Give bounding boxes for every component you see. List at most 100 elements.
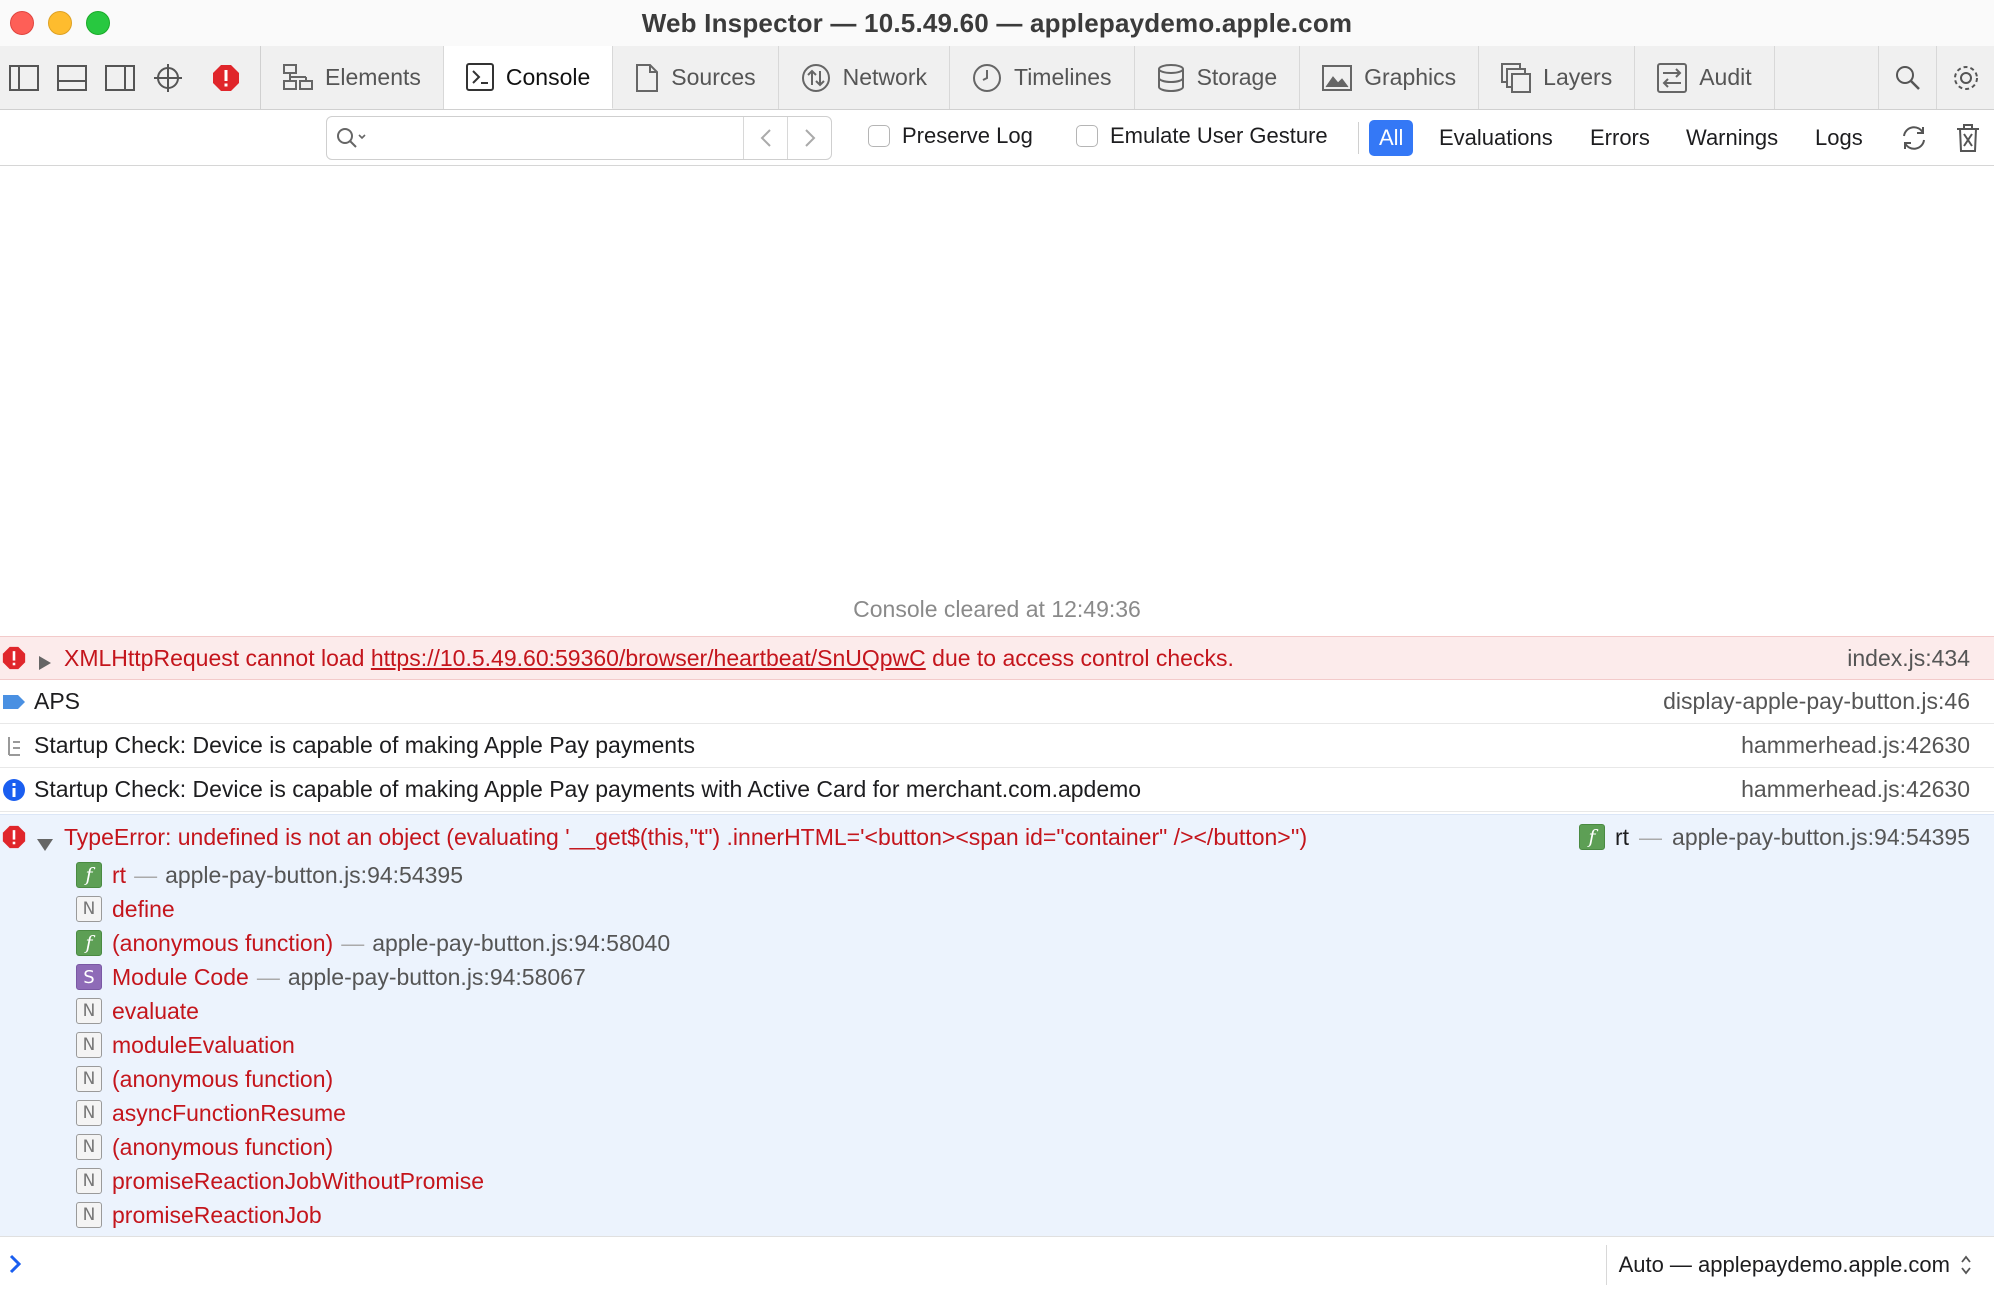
function-badge-icon: f [76,862,102,888]
native-badge-icon: N [76,998,102,1024]
inspect-element-icon[interactable] [144,46,192,109]
preserve-log-box[interactable] [868,125,890,147]
tab-network[interactable]: Network [779,46,950,109]
filter-errors-button[interactable]: Errors [1580,120,1660,156]
reload-icon[interactable] [1896,120,1932,156]
search-icon[interactable] [1878,46,1936,109]
console-message-info[interactable]: Startup Check: Device is capable of maki… [0,768,1994,812]
stack-frame-function: asyncFunctionResume [112,1100,346,1127]
error-icon [2,646,26,670]
dock-right-icon[interactable] [96,46,144,109]
stack-frame-location-link[interactable]: apple-pay-button.js:94:58067 [288,964,586,990]
stack-frame-function: (anonymous function) [112,1066,333,1093]
stack-frame[interactable]: NasyncFunctionResume [0,1097,1994,1129]
stack-frame-location-link[interactable]: apple-pay-button.js:94:54395 [165,862,463,888]
stack-frame-function: (anonymous function) [112,1134,333,1161]
console-filter-bar: Preserve Log Emulate User Gesture All Ev… [0,110,1994,166]
native-badge-icon: N [76,1032,102,1058]
clear-console-trash-icon[interactable] [1950,120,1986,156]
tab-elements[interactable]: Elements [261,46,444,109]
error-indicator-icon[interactable] [192,46,260,109]
emulate-user-gesture-box[interactable] [1076,125,1098,147]
console-message-text: APS [34,688,81,714]
tab-timelines[interactable]: Timelines [950,46,1135,109]
search-filter-icon[interactable] [327,117,377,159]
search-input[interactable] [377,118,743,158]
log-indent-icon [2,734,26,758]
dock-left-icon[interactable] [0,46,48,109]
stack-frame-function-name: asyncFunctionResume [112,1099,346,1126]
execution-context-selector[interactable]: Auto — applepaydemo.apple.com [1605,1245,1972,1285]
prompt-chevron-icon [8,1253,22,1280]
console-message-log[interactable]: Startup Check: Device is capable of maki… [0,724,1994,768]
stack-frame-function-name: Module Code [112,963,249,990]
console-message-text: Startup Check: Device is capable of maki… [34,732,695,758]
message-url-link[interactable]: https://10.5.49.60:59360/browser/heartbe… [371,645,926,671]
console-message-source-link[interactable]: hammerhead.js:42630 [1741,732,1970,759]
stack-frame[interactable]: NpromiseReactionJob [0,1199,1994,1231]
stack-frame-location-link[interactable]: apple-pay-button.js:94:58040 [372,930,670,956]
stack-frame[interactable]: f rt — apple-pay-button.js:94:54395 [0,859,1994,891]
up-down-chevron-icon [1961,1255,1971,1275]
filter-all-button[interactable]: All [1369,120,1414,156]
script-badge-icon: S [76,964,102,990]
previous-match-button[interactable] [743,117,787,159]
preserve-log-checkbox[interactable]: Preserve Log [868,123,1033,149]
error-header-row[interactable]: TypeError: undefined is not an object (e… [0,819,1994,855]
minimize-window-button[interactable] [48,11,72,35]
tab-storage-label: Storage [1196,64,1278,90]
window-controls [10,11,110,35]
tab-graphics-label: Graphics [1364,64,1457,90]
disclosure-triangle-expanded-icon[interactable] [36,831,54,858]
error-message-text: TypeError: undefined is not an object (e… [64,823,1308,850]
tab-layers[interactable]: Layers [1479,46,1636,109]
stack-frame[interactable]: NpromiseReactionJobWithoutPromise [0,1165,1994,1197]
tab-storage[interactable]: Storage [1135,46,1301,109]
filter-logs-button[interactable]: Logs [1805,120,1873,156]
console-cleared-message: Console cleared at 12:49:36 [853,596,1141,622]
stack-frame[interactable]: S Module Code — apple-pay-button.js:94:5806… [0,961,1994,993]
console-message-source-link[interactable]: index.js:434 [1847,645,1970,672]
disclosure-triangle-collapsed-icon[interactable] [38,650,52,677]
tab-audit[interactable]: Audit [1635,46,1775,109]
console-search [326,116,832,160]
stack-frame[interactable]: Nevaluate [0,995,1994,1027]
tab-sources-label: Sources [671,64,756,90]
stack-frame-function-name: promiseReactionJobWithoutPromise [112,1167,484,1194]
image-icon [1322,64,1353,91]
dock-bottom-icon[interactable] [48,46,96,109]
error-source[interactable]: f rt — apple-pay-button.js:94:54395 [1578,824,1970,851]
chevron-left-icon [760,129,771,147]
stack-frame-function-name: moduleEvaluation [112,1031,295,1058]
tab-sources[interactable]: Sources [613,46,779,109]
stack-frame-function: Module Code — apple-pay-button.js:94:58067 [112,964,586,991]
stack-frame[interactable]: N (anonymous function) [0,1063,1994,1095]
stack-frame[interactable]: f (anonymous function) — apple-pay-button.j… [0,927,1994,959]
separator-dash: — [256,963,280,990]
console-message-source-link[interactable]: display-apple-pay-button.js:46 [1663,688,1970,715]
tab-console[interactable]: Console [443,46,614,109]
console-prompt[interactable]: Auto — applepaydemo.apple.com [0,1236,1994,1294]
gear-icon[interactable] [1936,46,1994,109]
maximize-window-button[interactable] [86,11,110,35]
next-match-button[interactable] [787,117,831,159]
audit-icon [1657,62,1688,93]
console-message-error-expanded[interactable]: TypeError: undefined is not an object (e… [0,814,1994,1236]
filter-warnings-button[interactable]: Warnings [1676,120,1788,156]
tab-layers-label: Layers [1543,64,1613,90]
native-badge-icon: N [76,1100,102,1126]
stack-frame[interactable]: NmoduleEvaluation [0,1029,1994,1061]
console-message-log[interactable]: APS display-apple-pay-button.js:46 [0,680,1994,724]
filter-evaluations-button[interactable]: Evaluations [1429,120,1563,156]
tab-graphics[interactable]: Graphics [1300,46,1480,109]
close-window-button[interactable] [10,11,34,35]
stack-frame[interactable]: Ndefine [0,893,1994,925]
error-source-location[interactable]: apple-pay-button.js:94:54395 [1672,824,1970,851]
emulate-user-gesture-checkbox[interactable]: Emulate User Gesture [1076,123,1328,149]
tab-bar: Elements Console Sources Network Timelin… [0,46,1994,110]
native-badge-icon: N [76,896,102,922]
stack-frame[interactable]: N (anonymous function) [0,1131,1994,1163]
stack-frame-function-name: promiseReactionJob [112,1201,322,1228]
console-message-error[interactable]: XMLHttpRequest cannot load https://10.5.… [0,636,1994,680]
console-message-source-link[interactable]: hammerhead.js:42630 [1741,776,1970,803]
